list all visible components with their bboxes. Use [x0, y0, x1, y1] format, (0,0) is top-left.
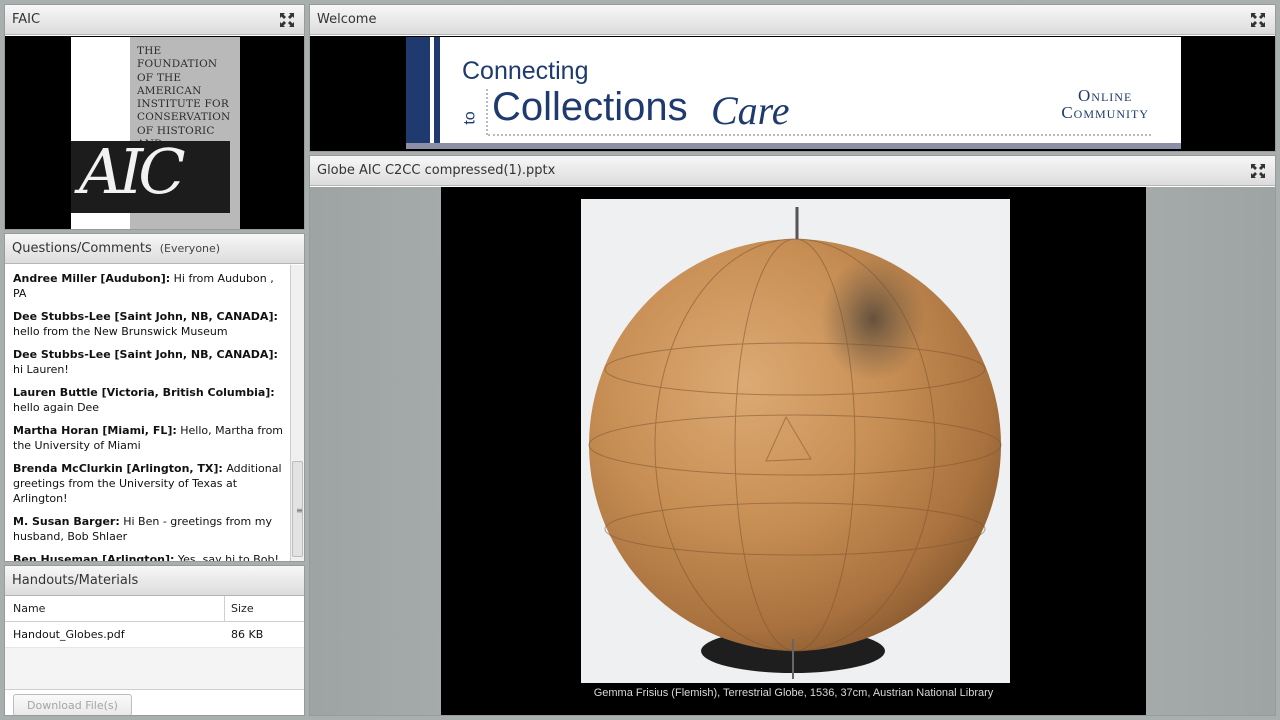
banner-collections: Collections — [492, 85, 688, 129]
message-text: hi Lauren! — [13, 363, 69, 376]
share-pod-title: Globe AIC C2CC compressed(1).pptx — [317, 163, 556, 178]
table-row[interactable]: Handout_Globes.pdf 86 KB — [5, 622, 304, 648]
list-item: Dee Stubbs-Lee [Saint John, NB, CANADA]:… — [13, 309, 283, 339]
banner-care: Care — [711, 88, 790, 133]
list-item: Ben Huseman [Arlington]: Yes, say hi to … — [13, 552, 283, 561]
list-item: Brenda McClurkin [Arlington, TX]: Additi… — [13, 461, 283, 506]
banner-connecting: Connecting — [462, 57, 589, 85]
message-author: Ben Huseman [Arlington]: — [13, 553, 175, 561]
file-table-header: Name Size — [5, 596, 304, 622]
slide-caption: Gemma Frisius (Flemish), Terrestrial Glo… — [593, 687, 994, 699]
faic-pod: FAIC THE FOUNDATION OF THE AMERICAN INST… — [4, 4, 305, 230]
welcome-pod: Welcome Connecting to Collections Care O… — [309, 4, 1276, 152]
message-author: Dee Stubbs-Lee [Saint John, NB, CANADA]: — [13, 348, 278, 361]
banner-online: Online — [1078, 86, 1133, 105]
message-author: Brenda McClurkin [Arlington, TX]: — [13, 462, 223, 475]
questions-pod: Questions/Comments (Everyone) Andree Mill… — [4, 233, 305, 562]
expand-icon[interactable] — [278, 11, 296, 29]
audience-label: (Everyone) — [159, 242, 221, 255]
banner-to: to — [461, 111, 479, 125]
message-text: hello again Dee — [13, 401, 100, 414]
welcome-pod-title: Welcome — [317, 12, 377, 27]
grip-icon: ≡ — [296, 506, 303, 515]
list-item: M. Susan Barger: Hi Ben - greetings from… — [13, 514, 283, 544]
faic-logo-mark: AIC — [79, 135, 186, 208]
questions-title: Questions/Comments — [12, 241, 152, 256]
list-item: Andree Miller [Audubon]: Hi from Audubon… — [13, 271, 283, 301]
banner-online-community: Online Community — [1061, 87, 1149, 121]
questions-pod-title: Questions/Comments (Everyone) — [12, 241, 296, 256]
message-list: Andree Miller [Audubon]: Hi from Audubon… — [5, 265, 291, 561]
handouts-pod-header: Handouts/Materials — [5, 566, 304, 596]
welcome-pod-header: Welcome — [310, 5, 1275, 35]
expand-icon[interactable] — [1249, 11, 1267, 29]
list-item: Martha Horan [Miami, FL]: Hello, Martha … — [13, 423, 283, 453]
file-table-empty-area — [5, 648, 304, 690]
message-author: M. Susan Barger: — [13, 515, 120, 528]
faic-pod-title: FAIC — [12, 12, 41, 27]
message-scrollbar[interactable]: ≡ — [290, 265, 304, 561]
message-author: Lauren Buttle [Victoria, British Columbi… — [13, 386, 275, 399]
faic-pod-header: FAIC — [5, 5, 304, 35]
welcome-banner-area: Connecting to Collections Care Online Co… — [310, 36, 1275, 151]
handouts-pod: Handouts/Materials Name Size Handout_Glo… — [4, 565, 305, 716]
faic-logo: THE FOUNDATION OF THE AMERICAN INSTITUTE… — [71, 37, 240, 229]
expand-icon[interactable] — [1249, 162, 1267, 180]
file-size: 86 KB — [231, 628, 264, 641]
scroll-thumb[interactable]: ≡ — [292, 461, 303, 557]
c2cc-banner: Connecting to Collections Care Online Co… — [406, 37, 1181, 149]
column-header-name[interactable]: Name — [5, 596, 225, 621]
globe-photo — [581, 199, 1010, 683]
message-author: Martha Horan [Miami, FL]: — [13, 424, 177, 437]
banner-community: Community — [1061, 103, 1149, 122]
handouts-footer: Download File(s) — [5, 690, 304, 715]
list-item: Lauren Buttle [Victoria, British Columbi… — [13, 385, 283, 415]
message-author: Andree Miller [Audubon]: — [13, 272, 171, 285]
column-header-size[interactable]: Size — [225, 596, 304, 621]
faic-logo-area: THE FOUNDATION OF THE AMERICAN INSTITUTE… — [5, 36, 304, 229]
download-files-button[interactable]: Download File(s) — [13, 694, 132, 715]
presentation-slide: Gemma Frisius (Flemish), Terrestrial Glo… — [441, 187, 1146, 715]
share-pod: Globe AIC C2CC compressed(1).pptx Gemma … — [309, 155, 1276, 716]
share-pod-header: Globe AIC C2CC compressed(1).pptx — [310, 156, 1275, 186]
questions-pod-header: Questions/Comments (Everyone) — [5, 234, 304, 264]
message-text: Yes, say hi to Bob! — [174, 553, 279, 561]
message-author: Dee Stubbs-Lee [Saint John, NB, CANADA]: — [13, 310, 278, 323]
message-text: hello from the New Brunswick Museum — [13, 325, 228, 338]
slide-stage: Gemma Frisius (Flemish), Terrestrial Glo… — [310, 187, 1275, 715]
list-item: Dee Stubbs-Lee [Saint John, NB, CANADA]:… — [13, 347, 283, 377]
handouts-pod-title: Handouts/Materials — [12, 573, 139, 588]
file-name: Handout_Globes.pdf — [13, 628, 125, 641]
